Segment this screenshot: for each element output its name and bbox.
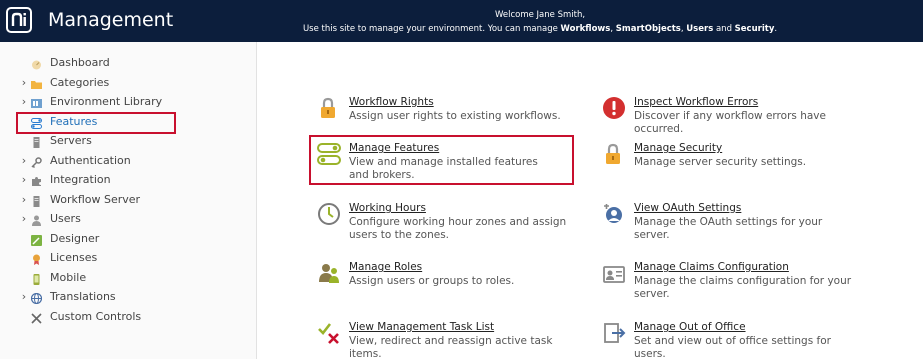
user-icon xyxy=(31,213,42,226)
sidebar-item-label: Dashboard xyxy=(50,56,110,69)
card-description: Manage server security settings. xyxy=(634,156,807,168)
sidebar-item-designer[interactable]: Designer xyxy=(0,229,256,248)
mobile-icon xyxy=(31,272,42,285)
claims-icon xyxy=(602,261,626,285)
inspect-workflow-errors-link[interactable]: Inspect Workflow Errors xyxy=(634,96,758,108)
manage-out-of-office-link[interactable]: Manage Out of Office xyxy=(634,321,746,333)
sidebar-item-label: Licenses xyxy=(50,251,98,264)
card-description: Configure working hour zones and assign … xyxy=(349,216,567,241)
view-management-task-list-link[interactable]: View Management Task List xyxy=(349,321,494,333)
sidebar-item-label: Authentication xyxy=(50,154,131,167)
clock-icon xyxy=(317,202,341,226)
welcome-line: Welcome Jane Smith, xyxy=(494,10,586,20)
sidebar-item-label: Categories xyxy=(50,76,110,89)
chevron-right-icon[interactable]: › xyxy=(19,73,29,92)
card-description: Assign users or groups to roles. xyxy=(349,275,515,287)
library-icon xyxy=(31,96,42,108)
chevron-right-icon[interactable]: › xyxy=(19,170,29,189)
view-oauth-settings-link[interactable]: View OAuth Settings xyxy=(634,202,741,214)
manage-roles-link[interactable]: Manage Roles xyxy=(349,261,422,273)
sidebar-item-label: Designer xyxy=(50,232,100,245)
sidebar-item-authentication[interactable]: › Authentication xyxy=(0,151,256,170)
sidebar-item-label: Environment Library xyxy=(50,95,163,108)
chevron-right-icon[interactable]: › xyxy=(19,151,29,170)
sidebar-item-label: Users xyxy=(50,212,81,225)
sidebar: Dashboard › Categories › Environment Lib… xyxy=(0,42,257,359)
intro-line: Use this site to manage your environment… xyxy=(302,24,778,34)
lock-icon xyxy=(602,142,626,166)
manage-features-highlight-box xyxy=(309,135,574,185)
working-hours-link[interactable]: Working Hours xyxy=(349,202,426,214)
sidebar-item-label: Integration xyxy=(50,173,111,186)
lock-icon xyxy=(317,96,341,120)
license-icon xyxy=(31,252,42,265)
sidebar-item-label: Translations xyxy=(50,290,116,303)
sidebar-item-label: Custom Controls xyxy=(50,310,142,323)
sidebar-item-environment-library[interactable]: › Environment Library xyxy=(0,92,256,111)
sidebar-item-custom-controls[interactable]: Custom Controls xyxy=(0,307,256,326)
app-logo-icon[interactable] xyxy=(6,7,32,33)
dashboard-icon xyxy=(31,57,42,70)
sidebar-item-mobile[interactable]: Mobile xyxy=(0,268,256,287)
chevron-right-icon[interactable]: › xyxy=(19,92,29,111)
sidebar-item-translations[interactable]: › Translations xyxy=(0,287,256,306)
sidebar-item-label: Mobile xyxy=(50,271,87,284)
roles-icon xyxy=(317,261,341,285)
main-content: Workflow Rights Assign user rights to ex… xyxy=(257,42,923,360)
app-title: Management xyxy=(48,9,174,31)
sidebar-item-dashboard[interactable]: Dashboard xyxy=(0,53,256,72)
designer-icon xyxy=(31,233,42,246)
chevron-right-icon[interactable]: › xyxy=(19,209,29,228)
manage-security-link[interactable]: Manage Security xyxy=(634,142,722,154)
manage-claims-configuration-link[interactable]: Manage Claims Configuration xyxy=(634,261,789,273)
out-of-office-icon xyxy=(602,321,626,345)
header-bar: Management Welcome Jane Smith, Use this … xyxy=(0,0,923,42)
tools-icon xyxy=(31,311,42,324)
workflow-rights-link[interactable]: Workflow Rights xyxy=(349,96,434,108)
card-description: Manage the OAuth settings for your serve… xyxy=(634,216,823,241)
oauth-icon xyxy=(602,202,626,226)
key-icon xyxy=(31,155,42,169)
card-description: Assign user rights to existing workflows… xyxy=(349,110,561,122)
welcome-message: Welcome Jane Smith, Use this site to man… xyxy=(300,8,780,36)
chevron-right-icon[interactable]: › xyxy=(19,190,29,209)
card-description: Manage the claims configuration for your… xyxy=(634,275,852,300)
sidebar-item-licenses[interactable]: Licenses xyxy=(0,248,256,267)
card-description: Set and view out of office settings for … xyxy=(634,335,831,360)
card-description: Discover if any workflow errors have occ… xyxy=(634,110,826,135)
error-icon xyxy=(602,96,626,120)
sidebar-item-integration[interactable]: › Integration xyxy=(0,170,256,189)
globe-icon xyxy=(30,291,43,305)
sidebar-item-categories[interactable]: › Categories xyxy=(0,73,256,92)
folder-icon xyxy=(31,77,42,89)
chevron-right-icon[interactable]: › xyxy=(19,287,29,306)
workflow-server-icon xyxy=(31,194,42,207)
puzzle-icon xyxy=(31,174,42,186)
sidebar-item-label: Workflow Server xyxy=(50,193,141,206)
sidebar-item-workflow-server[interactable]: › Workflow Server xyxy=(0,190,256,209)
features-highlight-box xyxy=(16,112,176,134)
sidebar-item-users[interactable]: › Users xyxy=(0,209,256,228)
server-icon xyxy=(31,135,42,148)
task-list-icon xyxy=(317,321,341,345)
card-description: View, redirect and reassign active task … xyxy=(349,335,553,360)
